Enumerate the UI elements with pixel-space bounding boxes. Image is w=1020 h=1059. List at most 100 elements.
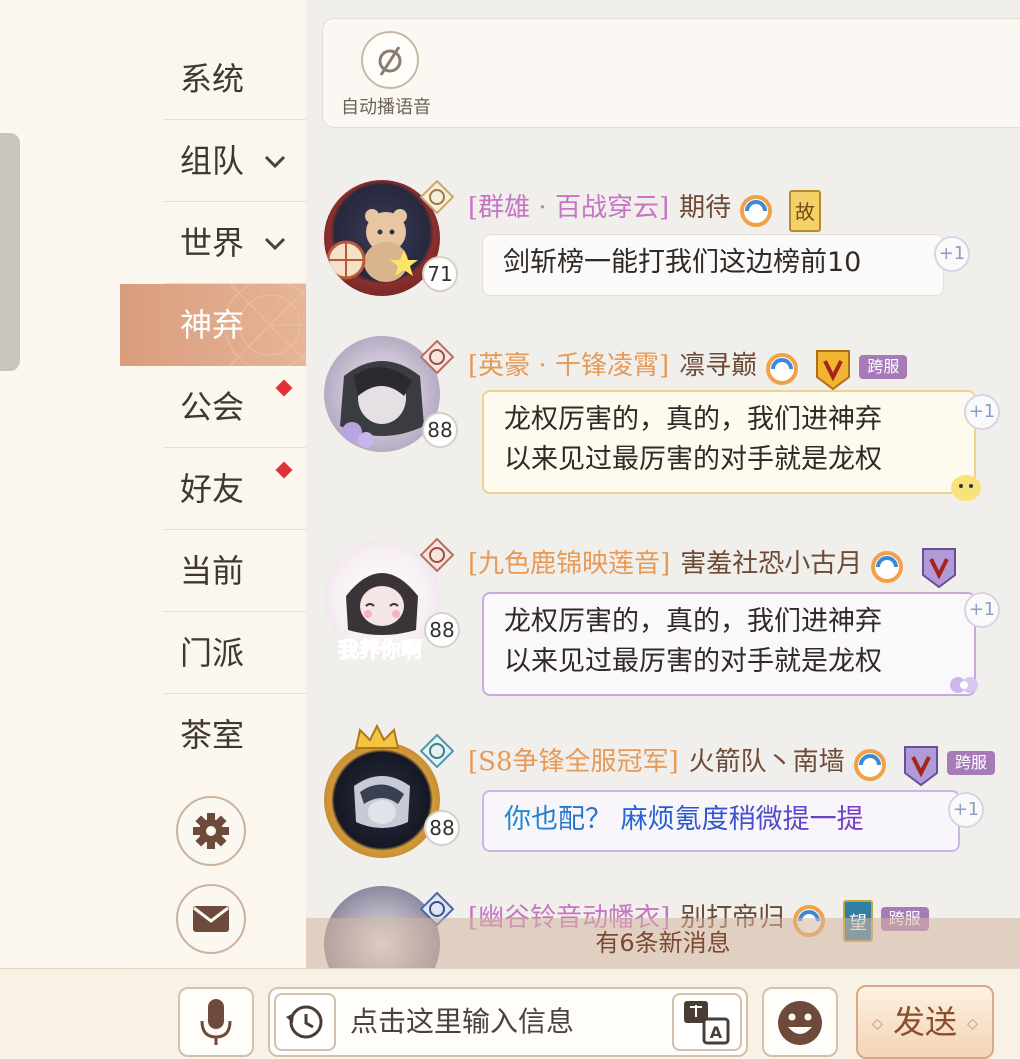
tab-label: 系统	[180, 60, 245, 98]
smiley-icon	[778, 1001, 822, 1045]
tab-label: 组队	[180, 142, 245, 180]
history-icon	[286, 1005, 323, 1039]
violet-rank-badge-icon	[903, 746, 938, 787]
channel-sidebar: 系统 组队 世界 神弃 公会 好友 当前 门派 茶室	[120, 0, 307, 968]
rank-emblem-icon	[420, 340, 454, 374]
chevron-down-icon[interactable]	[264, 237, 286, 251]
message-text: 龙权厉害的，真的，我们进神弃	[504, 404, 882, 435]
sender-icons	[853, 743, 941, 787]
rank-emblem-icon	[420, 734, 454, 768]
new-messages-banner[interactable]: 有6条新消息	[306, 918, 1020, 968]
guild-tag[interactable]: [英豪 · 千锋凌霄]	[468, 351, 669, 381]
chat-input-bar: 点击这里输入信息 A ◇ 发送 ◇	[0, 968, 1020, 1059]
guild-tag[interactable]: [九色鹿锦映莲音]	[468, 549, 670, 579]
history-button[interactable]	[274, 993, 336, 1051]
gear-icon	[193, 813, 229, 849]
tab-label: 世界	[180, 224, 245, 262]
tab-label: 神弃	[180, 306, 245, 344]
tab-label: 门派	[180, 634, 245, 672]
rank-emblem-icon	[420, 180, 454, 214]
sender-icons	[765, 347, 853, 391]
tab-label: 公会	[180, 388, 245, 426]
guild-tag[interactable]: [S8争锋全服冠军]	[468, 747, 679, 777]
swirl-icon	[871, 551, 904, 583]
violet-rank-badge-icon	[921, 548, 956, 589]
tab-shenqi[interactable]: 神弃	[120, 284, 306, 366]
decoration-diamond: ◇	[967, 1016, 978, 1032]
sender-icons	[870, 545, 958, 589]
tab-guild[interactable]: 公会	[120, 366, 306, 448]
swirl-icon	[740, 195, 773, 227]
level-badge: 88	[424, 612, 460, 648]
send-button[interactable]: ◇ 发送 ◇	[856, 985, 994, 1059]
sender-name[interactable]: 凛寻巅	[679, 351, 757, 381]
sender-name[interactable]: 期待	[679, 193, 731, 223]
plus-one-button[interactable]: +1	[964, 394, 1000, 430]
voice-input-button[interactable]	[178, 987, 254, 1057]
swirl-icon	[766, 353, 799, 385]
sender-name[interactable]: 火箭队丶南墙	[689, 747, 845, 777]
settings-button[interactable]	[176, 796, 246, 866]
sender-line: [S8争锋全服冠军] 火箭队丶南墙 跨服	[468, 742, 995, 787]
chat-panel: 自动播语音 71 [群雄 · 百战穿云] 期待 故 剑斩榜一能打我们这边榜前10	[306, 0, 1020, 968]
translate-button[interactable]: A	[672, 993, 742, 1051]
tab-tearoom[interactable]: 茶室	[120, 694, 306, 776]
guild-tag[interactable]: [群雄 · 百战穿云]	[468, 193, 669, 223]
message-text: 剑斩榜一能打我们这边榜前10	[503, 247, 862, 278]
level-badge: 88	[422, 412, 458, 448]
svg-text:A: A	[710, 1023, 723, 1042]
mail-icon	[193, 906, 229, 932]
message-text: 龙权厉害的，真的，我们进神弃	[504, 606, 882, 637]
message-input[interactable]: 点击这里输入信息 A	[268, 987, 748, 1057]
sender-line: [群雄 · 百战穿云] 期待 故	[468, 188, 823, 232]
sender-line: [英豪 · 千锋凌霄] 凛寻巅 跨服	[468, 346, 908, 391]
side-drawer-handle[interactable]	[0, 133, 20, 371]
auto-voice-card: 自动播语音	[322, 18, 1020, 128]
translate-icon: A	[684, 1001, 730, 1045]
message-bubble[interactable]: 剑斩榜一能打我们这边榜前10	[482, 234, 944, 296]
unread-dot	[275, 461, 293, 479]
unread-dot	[275, 379, 293, 397]
avatar-caption: 我养你啊	[338, 638, 423, 663]
tab-label: 茶室	[180, 716, 245, 754]
message-text: 以来见过最厉害的对手就是龙权	[504, 444, 882, 475]
tab-current[interactable]: 当前	[120, 530, 306, 612]
message-text: 你也配？ 麻烦氪度稍微提一提	[504, 804, 864, 835]
tab-system[interactable]: 系统	[120, 38, 306, 120]
chick-sticker-icon	[951, 475, 981, 501]
sender-icons: 故	[739, 189, 823, 232]
tab-friends[interactable]: 好友	[120, 448, 306, 530]
title-badge-icon: 故	[789, 190, 822, 232]
tab-label: 当前	[180, 552, 245, 590]
auto-voice-label: 自动播语音	[341, 97, 431, 118]
message-text: 以来见过最厉害的对手就是龙权	[504, 646, 882, 677]
message-bubble[interactable]: 龙权厉害的，真的，我们进神弃 以来见过最厉害的对手就是龙权	[482, 592, 976, 696]
emoji-button[interactable]	[762, 987, 838, 1057]
rank-emblem-icon	[420, 538, 454, 572]
message-bubble[interactable]: 你也配？ 麻烦氪度稍微提一提	[482, 790, 960, 852]
tab-sect[interactable]: 门派	[120, 612, 306, 694]
level-badge: 88	[424, 810, 460, 846]
cross-server-tag: 跨服	[859, 355, 908, 379]
chevron-down-icon[interactable]	[264, 155, 286, 169]
tab-team[interactable]: 组队	[120, 120, 306, 202]
plus-one-button[interactable]: +1	[948, 792, 984, 828]
sender-line: [九色鹿锦映莲音] 害羞社恐小古月	[468, 544, 959, 589]
microphone-icon	[200, 999, 232, 1045]
tab-world[interactable]: 世界	[120, 202, 306, 284]
message-bubble[interactable]: 龙权厉害的，真的，我们进神弃 以来见过最厉害的对手就是龙权	[482, 390, 976, 494]
level-badge: 71	[422, 256, 458, 292]
cross-server-tag: 跨服	[946, 751, 995, 775]
plus-one-button[interactable]: +1	[964, 592, 1000, 628]
plus-one-button[interactable]: +1	[934, 236, 970, 272]
gold-rank-badge-icon	[816, 350, 851, 391]
swirl-icon	[853, 749, 886, 781]
mail-button[interactable]	[176, 884, 246, 954]
svg-text:故: 故	[795, 200, 815, 224]
crown-icon	[354, 724, 400, 749]
tab-label: 好友	[180, 470, 245, 508]
sender-name[interactable]: 害羞社恐小古月	[680, 549, 862, 579]
send-label: 发送	[892, 1003, 957, 1041]
mute-icon	[378, 46, 402, 76]
auto-voice-toggle[interactable]	[361, 31, 419, 89]
